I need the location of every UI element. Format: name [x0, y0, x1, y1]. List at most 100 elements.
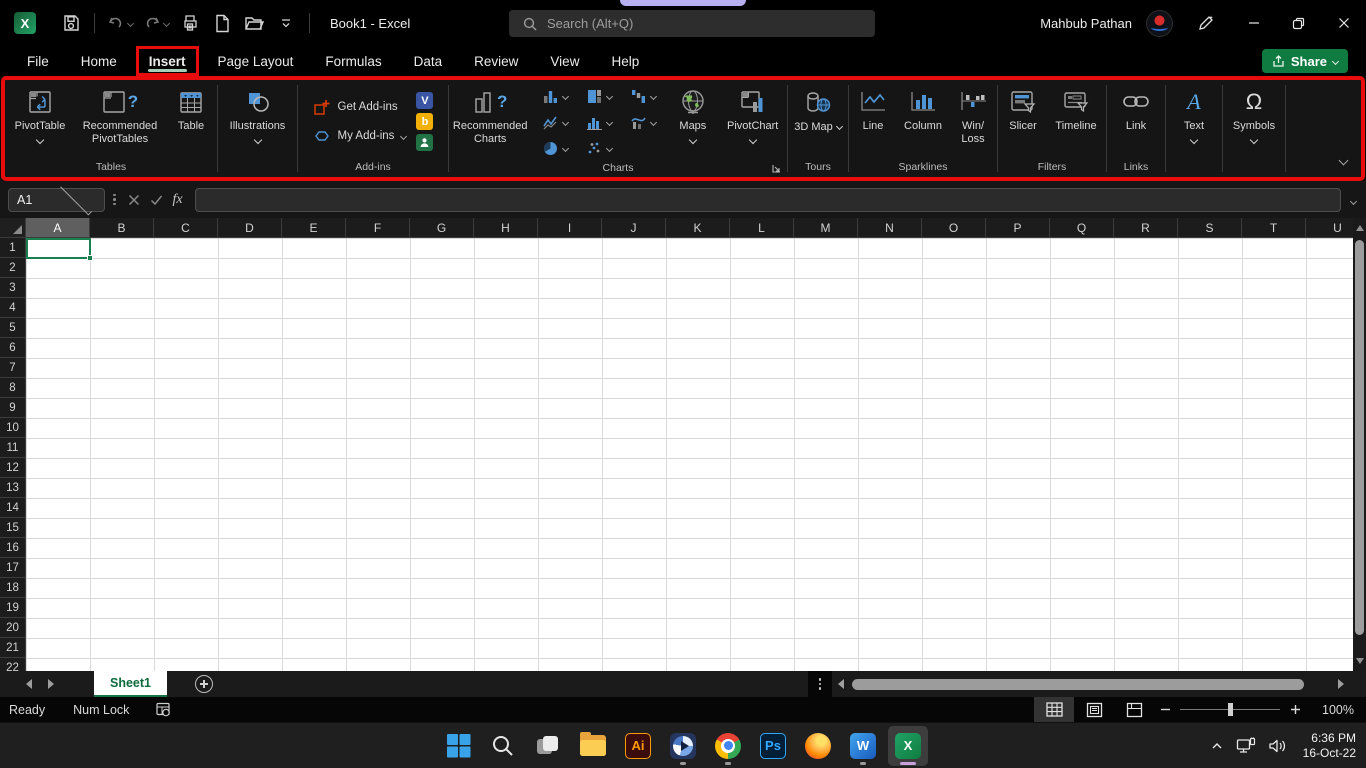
row-header-7[interactable]: 7: [0, 358, 26, 378]
media-player-button[interactable]: [663, 726, 703, 766]
recommended-pivottables-button[interactable]: ? Recommended PivotTables: [72, 83, 168, 146]
maps-button[interactable]: Maps: [667, 83, 718, 145]
zoom-out-button[interactable]: [1154, 704, 1176, 715]
zoom-level[interactable]: 100%: [1306, 703, 1354, 717]
text-button[interactable]: A Text: [1169, 83, 1219, 145]
word-button[interactable]: W: [843, 726, 883, 766]
cancel-entry-button[interactable]: [128, 194, 140, 206]
chevron-down-icon[interactable]: [162, 19, 171, 27]
tab-scroll-splitter[interactable]: [808, 671, 832, 697]
menu-tab-help[interactable]: Help: [598, 46, 652, 76]
timeline-button[interactable]: Timeline: [1047, 83, 1105, 133]
minimize-button[interactable]: [1231, 0, 1276, 46]
pivottable-button[interactable]: PivotTable: [8, 83, 72, 145]
sparkline-line-button[interactable]: Line: [850, 83, 896, 133]
column-header-o[interactable]: O: [922, 218, 986, 238]
my-addins-button[interactable]: My Add-ins: [313, 123, 408, 149]
column-header-h[interactable]: H: [474, 218, 538, 238]
row-header-19[interactable]: 19: [0, 598, 26, 618]
column-header-n[interactable]: N: [858, 218, 922, 238]
normal-view-button[interactable]: [1034, 697, 1074, 722]
row-header-1[interactable]: 1: [0, 238, 26, 258]
row-header-14[interactable]: 14: [0, 498, 26, 518]
row-header-22[interactable]: 22: [0, 658, 26, 671]
column-header-m[interactable]: M: [794, 218, 858, 238]
zoom-slider-handle[interactable]: [1228, 702, 1233, 716]
row-header-2[interactable]: 2: [0, 258, 26, 278]
insert-combo-chart-button[interactable]: [621, 109, 665, 135]
sparkline-column-button[interactable]: Column: [896, 83, 950, 133]
file-explorer-button[interactable]: [573, 726, 613, 766]
column-header-b[interactable]: B: [90, 218, 154, 238]
name-box-resize-handle[interactable]: [113, 193, 116, 206]
save-button[interactable]: [56, 8, 86, 38]
table-button[interactable]: Table: [168, 83, 214, 133]
formula-input[interactable]: [194, 187, 1341, 212]
next-sheet-button[interactable]: [48, 679, 54, 689]
row-header-3[interactable]: 3: [0, 278, 26, 298]
row-header-21[interactable]: 21: [0, 638, 26, 658]
feedback-pen-icon[interactable]: [1189, 8, 1223, 38]
selected-cell-a1[interactable]: [26, 238, 93, 261]
row-header-20[interactable]: 20: [0, 618, 26, 638]
insert-statistic-chart-button[interactable]: [577, 109, 621, 135]
fill-handle[interactable]: [87, 255, 93, 261]
menu-tab-file[interactable]: File: [14, 46, 62, 76]
addin-bing-maps-icon[interactable]: b: [416, 113, 434, 130]
column-header-f[interactable]: F: [346, 218, 410, 238]
zoom-in-button[interactable]: [1284, 704, 1306, 715]
share-button[interactable]: Share: [1261, 49, 1348, 73]
slicer-button[interactable]: Slicer: [999, 83, 1047, 133]
insert-scatter-chart-button[interactable]: [577, 135, 621, 161]
undo-button[interactable]: [103, 8, 137, 38]
column-header-l[interactable]: L: [730, 218, 794, 238]
row-header-11[interactable]: 11: [0, 438, 26, 458]
print-preview-button[interactable]: [175, 8, 205, 38]
column-header-u[interactable]: U: [1306, 218, 1353, 238]
insert-line-chart-button[interactable]: [533, 109, 577, 135]
column-header-c[interactable]: C: [154, 218, 218, 238]
start-button[interactable]: [438, 726, 478, 766]
insert-hierarchy-chart-button[interactable]: [577, 83, 621, 109]
row-header-8[interactable]: 8: [0, 378, 26, 398]
confirm-entry-button[interactable]: [150, 194, 163, 206]
close-button[interactable]: [1321, 0, 1366, 46]
chrome-button[interactable]: [708, 726, 748, 766]
menu-tab-home[interactable]: Home: [68, 46, 130, 76]
zoom-slider[interactable]: [1180, 702, 1280, 716]
redo-button[interactable]: [139, 8, 173, 38]
row-header-15[interactable]: 15: [0, 518, 26, 538]
row-header-13[interactable]: 13: [0, 478, 26, 498]
column-header-j[interactable]: J: [602, 218, 666, 238]
menu-tab-review[interactable]: Review: [461, 46, 531, 76]
scroll-right-arrow[interactable]: [1338, 679, 1344, 689]
menu-tab-data[interactable]: Data: [401, 46, 456, 76]
customize-quick-access-button[interactable]: [271, 8, 301, 38]
taskbar-search-button[interactable]: [483, 726, 523, 766]
column-header-q[interactable]: Q: [1050, 218, 1114, 238]
menu-tab-view[interactable]: View: [537, 46, 592, 76]
charts-dialog-launcher[interactable]: [771, 163, 782, 174]
new-sheet-button[interactable]: [195, 675, 213, 693]
insert-pie-chart-button[interactable]: [533, 135, 577, 161]
vertical-scrollbar[interactable]: [1353, 218, 1366, 671]
menu-tab-insert[interactable]: Insert: [135, 46, 199, 76]
task-view-button[interactable]: [528, 726, 568, 766]
menu-tab-formulas[interactable]: Formulas: [312, 46, 394, 76]
open-file-button[interactable]: [239, 8, 269, 38]
sheet-tab-sheet1[interactable]: Sheet1: [94, 671, 167, 697]
illustrations-button[interactable]: Illustrations: [221, 83, 295, 145]
insert-function-button[interactable]: fx: [173, 192, 183, 208]
hidden-icons-button[interactable]: [1210, 739, 1224, 753]
column-header-p[interactable]: P: [986, 218, 1050, 238]
collapse-ribbon-button[interactable]: [1338, 151, 1349, 169]
previous-sheet-button[interactable]: [26, 679, 32, 689]
row-header-17[interactable]: 17: [0, 558, 26, 578]
insert-waterfall-chart-button[interactable]: [621, 83, 665, 109]
addin-people-graph-icon[interactable]: [416, 134, 434, 151]
row-header-6[interactable]: 6: [0, 338, 26, 358]
page-layout-view-button[interactable]: [1074, 697, 1114, 722]
cells-area[interactable]: [26, 238, 1353, 671]
column-header-g[interactable]: G: [410, 218, 474, 238]
chevron-down-icon[interactable]: [126, 19, 135, 27]
